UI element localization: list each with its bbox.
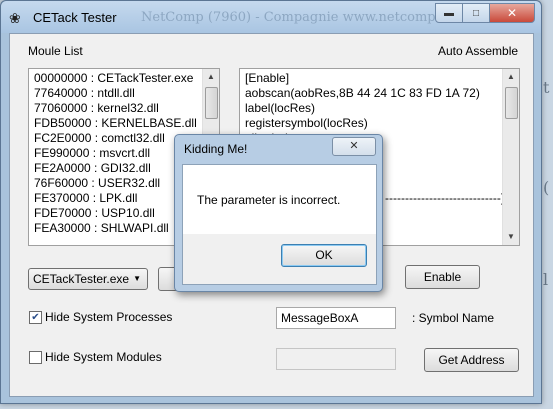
close-icon: ✕ — [506, 6, 518, 20]
script-line: label(locRes) — [245, 101, 316, 115]
maximize-icon: □ — [472, 7, 480, 19]
symbol-name-label: : Symbol Name — [412, 311, 495, 325]
module-list-label: Moule List — [28, 44, 83, 58]
title-bar[interactable]: ❀ CETack Tester NetComp (7960) - Compagn… — [1, 1, 541, 33]
background-fragment: l — [543, 270, 549, 289]
message-box-title: Kidding Me! — [184, 142, 248, 156]
script-line: aobscan(aobRes,8B 44 24 1C 83 FD 1A 72) — [245, 86, 480, 100]
hide-system-modules-label[interactable]: Hide System Modules — [45, 350, 162, 364]
message-box-close-button[interactable]: ✕ — [332, 137, 376, 156]
minimize-icon: ▬ — [444, 7, 454, 19]
module-list-item[interactable]: 77060000 : kernel32.dll — [29, 101, 219, 116]
background-fragment: t — [543, 78, 550, 97]
message-box-body: The parameter is incorrect. — [182, 164, 377, 235]
background-fragment: ( — [543, 178, 550, 197]
scroll-thumb[interactable] — [505, 87, 518, 119]
minimize-button[interactable]: ▬ — [435, 3, 463, 23]
hide-system-processes-label[interactable]: Hide System Processes — [45, 310, 172, 324]
scroll-up-icon[interactable]: ▲ — [203, 69, 219, 85]
message-box-dialog: Kidding Me! ✕ The parameter is incorrect… — [174, 134, 383, 292]
module-list-item[interactable]: FDB50000 : KERNELBASE.dll — [29, 116, 219, 131]
module-list-item[interactable]: 00000000 : CETackTester.exe — [29, 71, 219, 86]
scroll-down-icon[interactable]: ▼ — [503, 229, 519, 245]
ok-button[interactable]: OK — [281, 244, 367, 267]
script-line: registersymbol(locRes) — [245, 116, 368, 130]
hide-system-processes-checkbox[interactable]: ✔ — [29, 311, 42, 324]
scroll-up-icon[interactable]: ▲ — [503, 69, 519, 85]
auto-assemble-scrollbar[interactable]: ▲ ▼ — [502, 69, 519, 245]
script-line: [Enable] — [245, 71, 290, 85]
get-address-button[interactable]: Get Address — [424, 348, 519, 372]
message-text: The parameter is incorrect. — [197, 193, 341, 207]
enable-button[interactable]: Enable — [405, 265, 480, 289]
module-list-item[interactable]: 77640000 : ntdll.dll — [29, 86, 219, 101]
address-output-field — [276, 348, 396, 370]
checkmark-icon: ✔ — [31, 312, 40, 323]
message-box-footer: OK — [182, 234, 377, 285]
window-title: CETack Tester — [33, 10, 117, 25]
chevron-down-icon: ▼ — [133, 274, 141, 283]
symbol-name-input[interactable]: MessageBoxA — [276, 307, 396, 329]
module-combobox-value: CETackTester.exe — [33, 272, 130, 286]
close-icon: ✕ — [349, 140, 359, 152]
maximize-button[interactable]: □ — [462, 3, 490, 23]
scroll-thumb[interactable] — [205, 87, 218, 119]
module-combobox[interactable]: CETackTester.exe ▼ — [28, 268, 148, 290]
close-button[interactable]: ✕ — [489, 3, 535, 23]
hide-system-modules-checkbox[interactable] — [29, 351, 42, 364]
paw-icon: ❀ — [9, 10, 21, 26]
auto-assemble-label: Auto Assemble — [438, 44, 519, 58]
